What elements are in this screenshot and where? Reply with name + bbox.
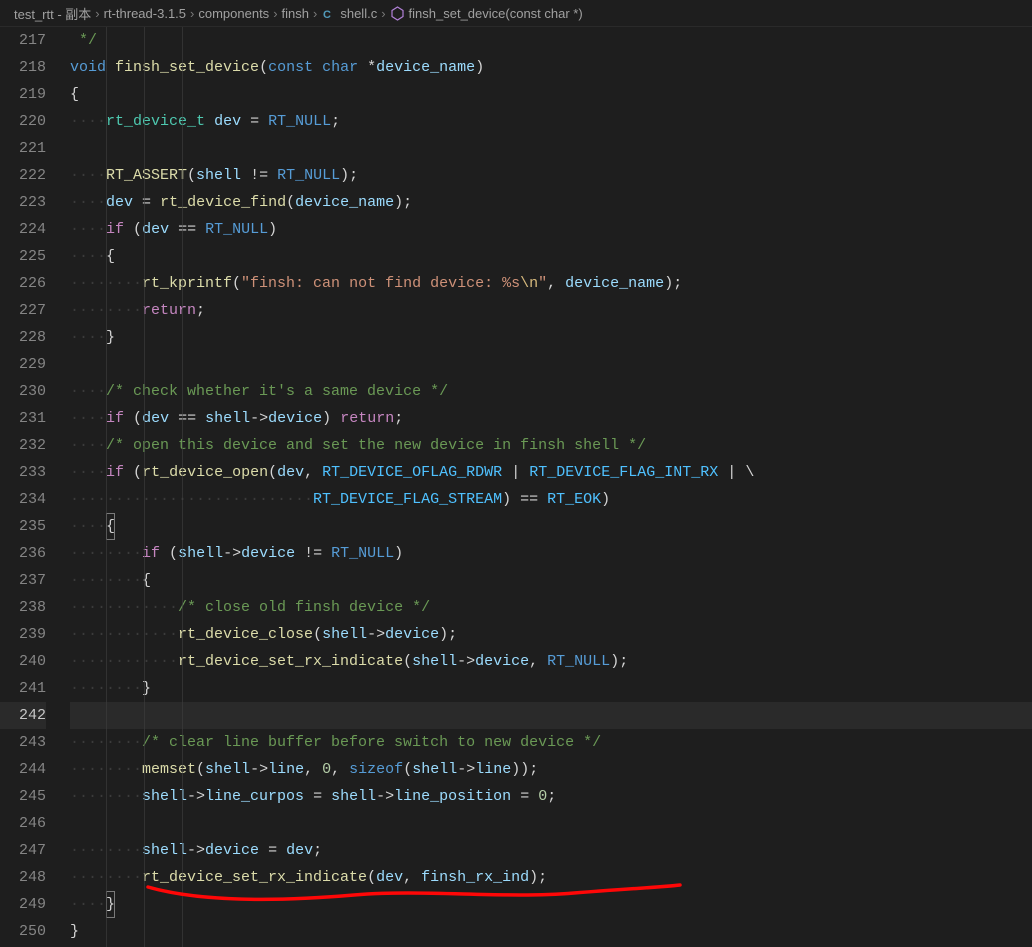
line-number: 240 [0, 648, 46, 675]
chevron-right-icon: › [273, 6, 277, 21]
line-number: 232 [0, 432, 46, 459]
line-number: 219 [0, 81, 46, 108]
code-line[interactable]: ···························RT_DEVICE_FLA… [70, 486, 1032, 513]
code-line[interactable]: ····/* check whether it's a same device … [70, 378, 1032, 405]
breadcrumb-item[interactable]: components [198, 6, 269, 21]
line-number: 230 [0, 378, 46, 405]
line-number: 229 [0, 351, 46, 378]
line-number: 231 [0, 405, 46, 432]
line-number: 243 [0, 729, 46, 756]
line-number: 234 [0, 486, 46, 513]
line-number: 225 [0, 243, 46, 270]
code-line[interactable]: ········/* clear line buffer before swit… [70, 729, 1032, 756]
line-number: 217 [0, 27, 46, 54]
chevron-right-icon: › [190, 6, 194, 21]
code-line[interactable]: ········memset(shell->line, 0, sizeof(sh… [70, 756, 1032, 783]
code-line-active[interactable] [70, 702, 1032, 729]
code-line[interactable]: ········shell->device = dev; [70, 837, 1032, 864]
breadcrumb-item[interactable]: shell.c [340, 6, 377, 21]
line-number: 246 [0, 810, 46, 837]
code-line[interactable]: ············rt_device_close(shell->devic… [70, 621, 1032, 648]
line-number: 238 [0, 594, 46, 621]
code-line[interactable]: ····dev = rt_device_find(device_name); [70, 189, 1032, 216]
code-line[interactable]: ····rt_device_t dev = RT_NULL; [70, 108, 1032, 135]
code-line[interactable]: ········{ [70, 567, 1032, 594]
c-file-icon: C [321, 6, 336, 21]
line-number: 248 [0, 864, 46, 891]
code-line[interactable]: ····{ [70, 243, 1032, 270]
line-number: 233 [0, 459, 46, 486]
code-line[interactable]: ····} [70, 324, 1032, 351]
code-line[interactable] [70, 810, 1032, 837]
code-line[interactable]: } [70, 918, 1032, 945]
line-number: 242 [0, 702, 46, 729]
code-line[interactable]: void finsh_set_device(const char *device… [70, 54, 1032, 81]
line-number: 239 [0, 621, 46, 648]
code-line[interactable]: ····if (dev == RT_NULL) [70, 216, 1032, 243]
code-area[interactable]: */ void finsh_set_device(const char *dev… [64, 27, 1032, 947]
line-number: 224 [0, 216, 46, 243]
code-editor[interactable]: 2172182192202212222232242252262272282292… [0, 27, 1032, 947]
code-line[interactable]: ············rt_device_set_rx_indicate(sh… [70, 648, 1032, 675]
code-line[interactable]: ········return; [70, 297, 1032, 324]
code-line[interactable]: ····RT_ASSERT(shell != RT_NULL); [70, 162, 1032, 189]
line-number: 222 [0, 162, 46, 189]
line-number: 244 [0, 756, 46, 783]
code-line[interactable]: ············/* close old finsh device */ [70, 594, 1032, 621]
code-line[interactable]: ········rt_device_set_rx_indicate(dev, f… [70, 864, 1032, 891]
line-number: 218 [0, 54, 46, 81]
line-number-gutter: 2172182192202212222232242252262272282292… [0, 27, 64, 947]
code-line[interactable]: ········rt_kprintf("finsh: can not find … [70, 270, 1032, 297]
breadcrumb-item[interactable]: test_rtt - 副本 [14, 4, 91, 23]
code-line[interactable] [70, 135, 1032, 162]
bracket-match: { [106, 513, 115, 540]
code-line[interactable]: ····{ [70, 513, 1032, 540]
code-line[interactable]: { [70, 81, 1032, 108]
breadcrumb-item[interactable]: rt-thread-3.1.5 [104, 6, 186, 21]
line-number: 250 [0, 918, 46, 945]
line-number: 245 [0, 783, 46, 810]
chevron-right-icon: › [313, 6, 317, 21]
code-line[interactable]: ········if (shell->device != RT_NULL) [70, 540, 1032, 567]
line-number: 221 [0, 135, 46, 162]
line-number: 237 [0, 567, 46, 594]
line-number: 236 [0, 540, 46, 567]
symbol-method-icon [390, 6, 405, 21]
breadcrumb-item[interactable]: finsh [282, 6, 309, 21]
code-line[interactable]: ····/* open this device and set the new … [70, 432, 1032, 459]
chevron-right-icon: › [95, 6, 99, 21]
line-number: 235 [0, 513, 46, 540]
line-number: 223 [0, 189, 46, 216]
bracket-match: } [106, 891, 115, 918]
line-number: 228 [0, 324, 46, 351]
code-line[interactable]: */ [70, 27, 1032, 54]
code-line[interactable] [70, 351, 1032, 378]
line-number: 226 [0, 270, 46, 297]
line-number: 241 [0, 675, 46, 702]
code-line[interactable]: ····} [70, 891, 1032, 918]
line-number: 227 [0, 297, 46, 324]
code-line[interactable]: ····if (dev == shell->device) return; [70, 405, 1032, 432]
code-line[interactable]: ········shell->line_curpos = shell->line… [70, 783, 1032, 810]
code-line[interactable]: ········} [70, 675, 1032, 702]
breadcrumb: test_rtt - 副本 › rt-thread-3.1.5 › compon… [0, 0, 1032, 27]
line-number: 247 [0, 837, 46, 864]
chevron-right-icon: › [381, 6, 385, 21]
svg-text:C: C [323, 9, 331, 21]
line-number: 220 [0, 108, 46, 135]
code-line[interactable]: ····if (rt_device_open(dev, RT_DEVICE_OF… [70, 459, 1032, 486]
breadcrumb-item[interactable]: finsh_set_device(const char *) [409, 6, 583, 21]
line-number: 249 [0, 891, 46, 918]
